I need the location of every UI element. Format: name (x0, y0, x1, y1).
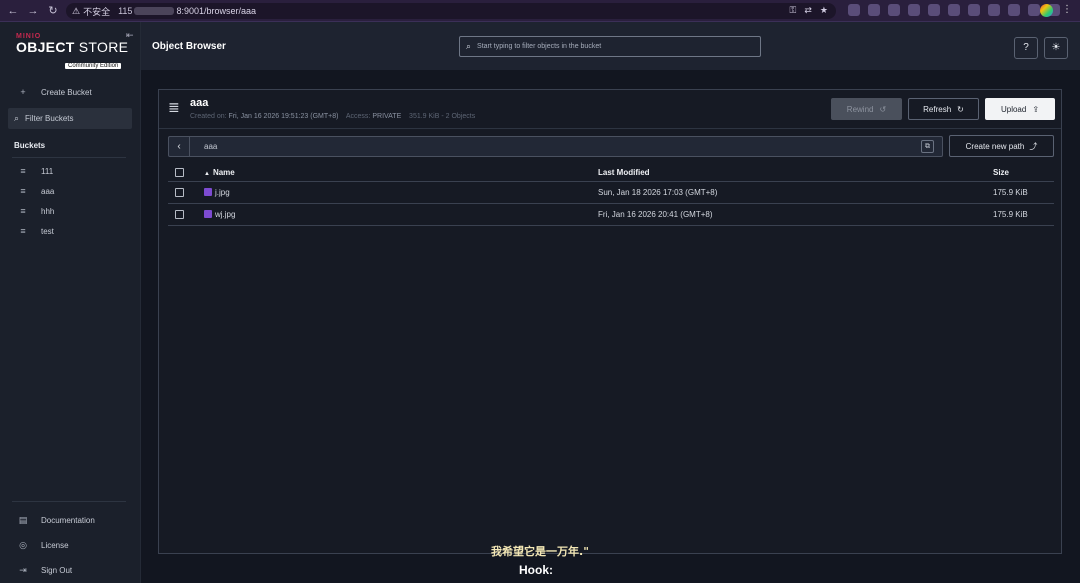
key-icon[interactable]: ⚿ (790, 5, 797, 16)
access-value: PRIVATE (372, 113, 402, 120)
subtitle-line-1: 我希望它是一万年." (491, 545, 589, 558)
divider (12, 501, 126, 502)
file-name: wj.jpg (215, 210, 236, 219)
object-browser-panel: ≣ aaa Created on: Fri, Jan 16 2026 19:51… (158, 89, 1062, 554)
sidebar-documentation[interactable]: ▤ Documentation (0, 509, 141, 531)
upload-button[interactable]: Upload ⇪ (985, 98, 1055, 120)
sidebar-bucket-aaa[interactable]: ≡ aaa (0, 180, 141, 202)
sidebar-bucket-test[interactable]: ≡ test (0, 220, 141, 242)
forward-arrow-icon[interactable]: → (26, 4, 40, 18)
file-modified: Sun, Jan 18 2026 17:03 (GMT+8) (598, 188, 718, 197)
select-all-checkbox[interactable] (175, 168, 184, 177)
create-new-path-button[interactable]: Create new path ⤴ (949, 135, 1054, 157)
bucket-header: ≣ aaa Created on: Fri, Jan 16 2026 19:51… (159, 90, 1061, 128)
column-name[interactable]: ▲ Name (204, 168, 235, 177)
profile-avatar[interactable] (1040, 4, 1053, 17)
subtitle-line-2: Hook: (519, 563, 553, 577)
extensions-area (848, 4, 1060, 16)
translate-icon[interactable]: ⇄ (804, 5, 812, 16)
back-chevron-icon[interactable]: ‹ (169, 137, 190, 156)
minio-logo: MINIO OBJECT STORE Community Edition (16, 33, 128, 72)
browser-toolbar: ← → ↻ ⚠ 不安全 115 8:9001/browser/aaa ⚿ ⇄ ★… (0, 0, 1080, 22)
bucket-icon: ≡ (20, 186, 26, 196)
collapse-sidebar-icon[interactable]: ⇤ (126, 30, 134, 41)
security-label: 不安全 (83, 6, 111, 17)
extension-icon[interactable] (888, 4, 900, 16)
file-size: 175.9 KiB (993, 188, 1028, 197)
extension-icon[interactable] (1008, 4, 1020, 16)
table-header: ▲ Name Last Modified Size (168, 162, 1054, 182)
divider (12, 157, 126, 158)
sun-icon: ☀ (1051, 42, 1061, 53)
extension-icon[interactable] (988, 4, 1000, 16)
bucket-name: aaa (190, 97, 209, 109)
more-menu-icon[interactable]: ⋮ (1062, 4, 1072, 16)
bucket-icon: ≣ (168, 99, 180, 115)
table-row[interactable]: j.jpg Sun, Jan 18 2026 17:03 (GMT+8) 175… (168, 182, 1054, 204)
refresh-button[interactable]: Refresh ↻ (908, 98, 979, 120)
new-folder-icon: ⤴ (1029, 141, 1038, 151)
search-icon: ⌕ (14, 113, 20, 123)
redacted-ip (134, 7, 175, 15)
help-icon: ? (1023, 42, 1029, 53)
current-path: aaa (204, 142, 218, 151)
sidebar: MINIO OBJECT STORE Community Edition ⇤ +… (0, 22, 141, 583)
search-input[interactable]: ⌕ Start typing to filter objects in the … (459, 36, 761, 57)
document-icon: ▤ (18, 514, 28, 525)
address-bar[interactable]: ⚠ 不安全 115 8:9001/browser/aaa ⚿ ⇄ ★ (66, 3, 836, 19)
help-button[interactable]: ? (1014, 37, 1038, 59)
extension-icon[interactable] (1028, 4, 1040, 16)
extension-icon[interactable] (968, 4, 980, 16)
refresh-icon: ↻ (957, 104, 964, 114)
plus-icon: + (20, 87, 26, 97)
divider (159, 128, 1061, 129)
theme-toggle-button[interactable]: ☀ (1044, 37, 1068, 59)
warning-icon: ⚠ (72, 5, 81, 16)
bucket-icon: ≡ (20, 226, 26, 236)
created-date: Fri, Jan 16 2026 19:51:23 (GMT+8) (228, 113, 339, 120)
bucket-meta: Created on: Fri, Jan 16 2026 19:51:23 (G… (190, 113, 476, 120)
url-prefix: 115 (118, 6, 133, 16)
row-checkbox[interactable] (175, 188, 184, 197)
logo-edition: Community Edition (65, 63, 122, 69)
bucket-icon: ≡ (20, 166, 26, 176)
page-header: Object Browser ⌕ Start typing to filter … (141, 22, 1080, 70)
row-checkbox[interactable] (175, 210, 184, 219)
file-modified: Fri, Jan 16 2026 20:41 (GMT+8) (598, 210, 713, 219)
extension-icon[interactable] (908, 4, 920, 16)
buckets-heading: Buckets (14, 141, 46, 150)
extension-icon[interactable] (928, 4, 940, 16)
filter-buckets-input[interactable]: ⌕ Filter Buckets (8, 108, 132, 129)
page-title: Object Browser (152, 41, 226, 52)
back-arrow-icon[interactable]: ← (6, 4, 20, 18)
copy-path-icon[interactable]: ⧉ (921, 140, 934, 153)
sort-asc-icon: ▲ (204, 171, 210, 177)
search-icon: ⌕ (466, 41, 472, 51)
create-bucket-button[interactable]: + Create Bucket (0, 81, 141, 103)
upload-icon: ⇪ (1032, 104, 1040, 114)
table-row[interactable]: wj.jpg Fri, Jan 16 2026 20:41 (GMT+8) 17… (168, 204, 1054, 226)
logo-product: OBJECT STORE (16, 39, 129, 55)
image-file-icon (204, 188, 212, 196)
sidebar-bucket-hhh[interactable]: ≡ hhh (0, 200, 141, 222)
url-suffix: 8:9001/browser/aaa (176, 6, 257, 16)
extension-icon[interactable] (948, 4, 960, 16)
star-icon[interactable]: ★ (820, 5, 828, 16)
rewind-button[interactable]: Rewind ↺ (831, 98, 902, 120)
extension-icon[interactable] (868, 4, 880, 16)
image-file-icon (204, 210, 212, 218)
extension-icon[interactable] (848, 4, 860, 16)
reload-icon[interactable]: ↻ (46, 4, 60, 18)
file-size: 175.9 KiB (993, 210, 1028, 219)
file-name: j.jpg (215, 188, 230, 197)
rewind-icon: ↺ (879, 104, 887, 114)
column-last-modified[interactable]: Last Modified (598, 168, 650, 177)
column-size[interactable]: Size (993, 168, 1009, 177)
bucket-icon: ≡ (20, 206, 26, 216)
bucket-stats: 351.9 KiB - 2 Objects (409, 113, 476, 120)
sidebar-bucket-111[interactable]: ≡ 111 (0, 160, 141, 182)
path-breadcrumb: ‹ aaa ⧉ (168, 136, 943, 157)
